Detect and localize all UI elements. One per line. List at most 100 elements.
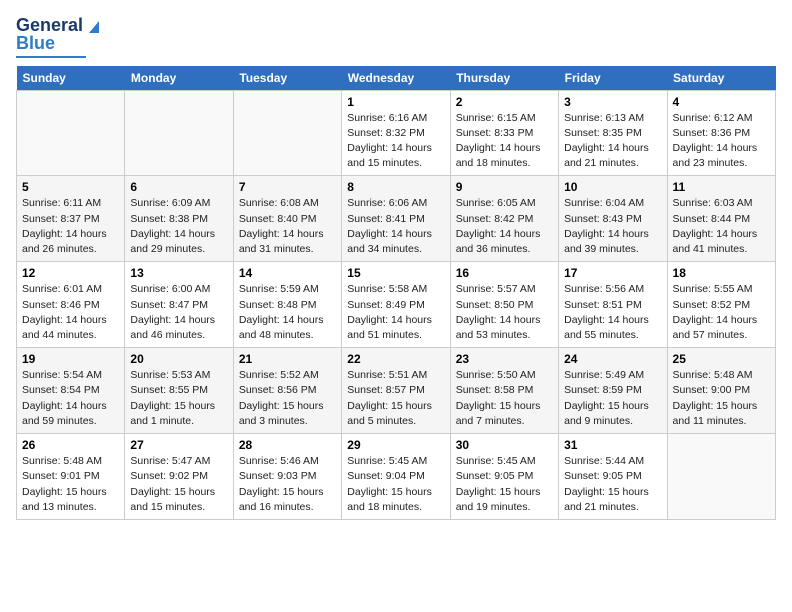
day-info: Sunrise: 5:50 AM Sunset: 8:58 PM Dayligh… (456, 368, 553, 429)
calendar-table: SundayMondayTuesdayWednesdayThursdayFrid… (16, 66, 776, 520)
day-number: 27 (130, 438, 227, 452)
day-number: 14 (239, 266, 336, 280)
day-info: Sunrise: 5:49 AM Sunset: 8:59 PM Dayligh… (564, 368, 661, 429)
logo-line (16, 56, 86, 58)
day-info: Sunrise: 5:58 AM Sunset: 8:49 PM Dayligh… (347, 282, 444, 343)
calendar-cell: 19 Sunrise: 5:54 AM Sunset: 8:54 PM Dayli… (17, 348, 125, 434)
calendar-cell: 26 Sunrise: 5:48 AM Sunset: 9:01 PM Dayli… (17, 434, 125, 520)
day-number: 6 (130, 180, 227, 194)
day-number: 26 (22, 438, 119, 452)
day-number: 30 (456, 438, 553, 452)
day-number: 16 (456, 266, 553, 280)
day-number: 15 (347, 266, 444, 280)
calendar-cell: 11 Sunrise: 6:03 AM Sunset: 8:44 PM Dayli… (667, 176, 775, 262)
day-info: Sunrise: 6:09 AM Sunset: 8:38 PM Dayligh… (130, 196, 227, 257)
day-number: 17 (564, 266, 661, 280)
logo-triangle-icon (85, 17, 103, 35)
day-info: Sunrise: 6:11 AM Sunset: 8:37 PM Dayligh… (22, 196, 119, 257)
day-number: 3 (564, 95, 661, 109)
day-info: Sunrise: 6:04 AM Sunset: 8:43 PM Dayligh… (564, 196, 661, 257)
day-number: 21 (239, 352, 336, 366)
calendar-cell: 12 Sunrise: 6:01 AM Sunset: 8:46 PM Dayli… (17, 262, 125, 348)
calendar-cell: 15 Sunrise: 5:58 AM Sunset: 8:49 PM Dayli… (342, 262, 450, 348)
day-number: 28 (239, 438, 336, 452)
header-friday: Friday (559, 66, 667, 91)
calendar-cell: 2 Sunrise: 6:15 AM Sunset: 8:33 PM Daylig… (450, 90, 558, 176)
calendar-cell: 27Sunrise: 5:47 AM Sunset: 9:02 PM Dayli… (125, 434, 233, 520)
day-number: 4 (673, 95, 770, 109)
calendar-cell: 7 Sunrise: 6:08 AM Sunset: 8:40 PM Daylig… (233, 176, 341, 262)
day-number: 24 (564, 352, 661, 366)
day-info: Sunrise: 6:12 AM Sunset: 8:36 PM Dayligh… (673, 111, 770, 172)
day-info: Sunrise: 6:05 AM Sunset: 8:42 PM Dayligh… (456, 196, 553, 257)
day-number: 5 (22, 180, 119, 194)
calendar-cell (667, 434, 775, 520)
week-row-4: 19 Sunrise: 5:54 AM Sunset: 8:54 PM Dayli… (17, 348, 776, 434)
day-number: 1 (347, 95, 444, 109)
day-info: Sunrise: 6:13 AM Sunset: 8:35 PM Dayligh… (564, 111, 661, 172)
day-number: 12 (22, 266, 119, 280)
day-info: Sunrise: 5:45 AM Sunset: 9:05 PM Dayligh… (456, 454, 553, 515)
calendar-cell: 1Sunrise: 6:16 AM Sunset: 8:32 PM Daylig… (342, 90, 450, 176)
header-wednesday: Wednesday (342, 66, 450, 91)
calendar-cell: 6 Sunrise: 6:09 AM Sunset: 8:38 PM Daylig… (125, 176, 233, 262)
calendar-cell: 4 Sunrise: 6:12 AM Sunset: 8:36 PM Daylig… (667, 90, 775, 176)
day-info: Sunrise: 5:53 AM Sunset: 8:55 PM Dayligh… (130, 368, 227, 429)
day-number: 20 (130, 352, 227, 366)
calendar-cell: 5 Sunrise: 6:11 AM Sunset: 8:37 PM Daylig… (17, 176, 125, 262)
day-info: Sunrise: 5:52 AM Sunset: 8:56 PM Dayligh… (239, 368, 336, 429)
day-number: 9 (456, 180, 553, 194)
calendar-cell: 24 Sunrise: 5:49 AM Sunset: 8:59 PM Dayli… (559, 348, 667, 434)
day-number: 29 (347, 438, 444, 452)
day-info: Sunrise: 6:01 AM Sunset: 8:46 PM Dayligh… (22, 282, 119, 343)
day-info: Sunrise: 5:45 AM Sunset: 9:04 PM Dayligh… (347, 454, 444, 515)
calendar-cell: 30 Sunrise: 5:45 AM Sunset: 9:05 PM Dayli… (450, 434, 558, 520)
calendar-cell: 14 Sunrise: 5:59 AM Sunset: 8:48 PM Dayli… (233, 262, 341, 348)
day-number: 11 (673, 180, 770, 194)
day-number: 22 (347, 352, 444, 366)
day-number: 19 (22, 352, 119, 366)
header-monday: Monday (125, 66, 233, 91)
day-info: Sunrise: 6:03 AM Sunset: 8:44 PM Dayligh… (673, 196, 770, 257)
calendar-header-row: SundayMondayTuesdayWednesdayThursdayFrid… (17, 66, 776, 91)
calendar-cell: 17 Sunrise: 5:56 AM Sunset: 8:51 PM Dayli… (559, 262, 667, 348)
calendar-cell (17, 90, 125, 176)
day-number: 31 (564, 438, 661, 452)
day-number: 10 (564, 180, 661, 194)
day-info: Sunrise: 5:51 AM Sunset: 8:57 PM Dayligh… (347, 368, 444, 429)
calendar-cell: 21 Sunrise: 5:52 AM Sunset: 8:56 PM Dayli… (233, 348, 341, 434)
day-number: 7 (239, 180, 336, 194)
day-info: Sunrise: 6:06 AM Sunset: 8:41 PM Dayligh… (347, 196, 444, 257)
page-header: General Blue (16, 16, 776, 58)
day-info: Sunrise: 5:54 AM Sunset: 8:54 PM Dayligh… (22, 368, 119, 429)
header-thursday: Thursday (450, 66, 558, 91)
calendar-cell: 16 Sunrise: 5:57 AM Sunset: 8:50 PM Dayli… (450, 262, 558, 348)
calendar-cell: 9 Sunrise: 6:05 AM Sunset: 8:42 PM Daylig… (450, 176, 558, 262)
calendar-cell: 31Sunrise: 5:44 AM Sunset: 9:05 PM Dayli… (559, 434, 667, 520)
day-number: 18 (673, 266, 770, 280)
day-info: Sunrise: 6:15 AM Sunset: 8:33 PM Dayligh… (456, 111, 553, 172)
calendar-cell: 13 Sunrise: 6:00 AM Sunset: 8:47 PM Dayli… (125, 262, 233, 348)
day-info: Sunrise: 5:48 AM Sunset: 9:00 PM Dayligh… (673, 368, 770, 429)
day-info: Sunrise: 6:00 AM Sunset: 8:47 PM Dayligh… (130, 282, 227, 343)
day-number: 23 (456, 352, 553, 366)
day-info: Sunrise: 5:57 AM Sunset: 8:50 PM Dayligh… (456, 282, 553, 343)
calendar-cell: 18Sunrise: 5:55 AM Sunset: 8:52 PM Dayli… (667, 262, 775, 348)
calendar-cell (233, 90, 341, 176)
day-number: 2 (456, 95, 553, 109)
week-row-1: 1Sunrise: 6:16 AM Sunset: 8:32 PM Daylig… (17, 90, 776, 176)
header-saturday: Saturday (667, 66, 775, 91)
day-info: Sunrise: 5:56 AM Sunset: 8:51 PM Dayligh… (564, 282, 661, 343)
calendar-cell: 23 Sunrise: 5:50 AM Sunset: 8:58 PM Dayli… (450, 348, 558, 434)
week-row-5: 26 Sunrise: 5:48 AM Sunset: 9:01 PM Dayli… (17, 434, 776, 520)
calendar-cell: 20 Sunrise: 5:53 AM Sunset: 8:55 PM Dayli… (125, 348, 233, 434)
day-info: Sunrise: 5:48 AM Sunset: 9:01 PM Dayligh… (22, 454, 119, 515)
calendar-cell: 29 Sunrise: 5:45 AM Sunset: 9:04 PM Dayli… (342, 434, 450, 520)
day-info: Sunrise: 6:08 AM Sunset: 8:40 PM Dayligh… (239, 196, 336, 257)
calendar-cell: 22 Sunrise: 5:51 AM Sunset: 8:57 PM Dayli… (342, 348, 450, 434)
day-number: 13 (130, 266, 227, 280)
logo: General Blue (16, 16, 103, 58)
day-number: 8 (347, 180, 444, 194)
day-info: Sunrise: 5:59 AM Sunset: 8:48 PM Dayligh… (239, 282, 336, 343)
calendar-cell: 25Sunrise: 5:48 AM Sunset: 9:00 PM Dayli… (667, 348, 775, 434)
